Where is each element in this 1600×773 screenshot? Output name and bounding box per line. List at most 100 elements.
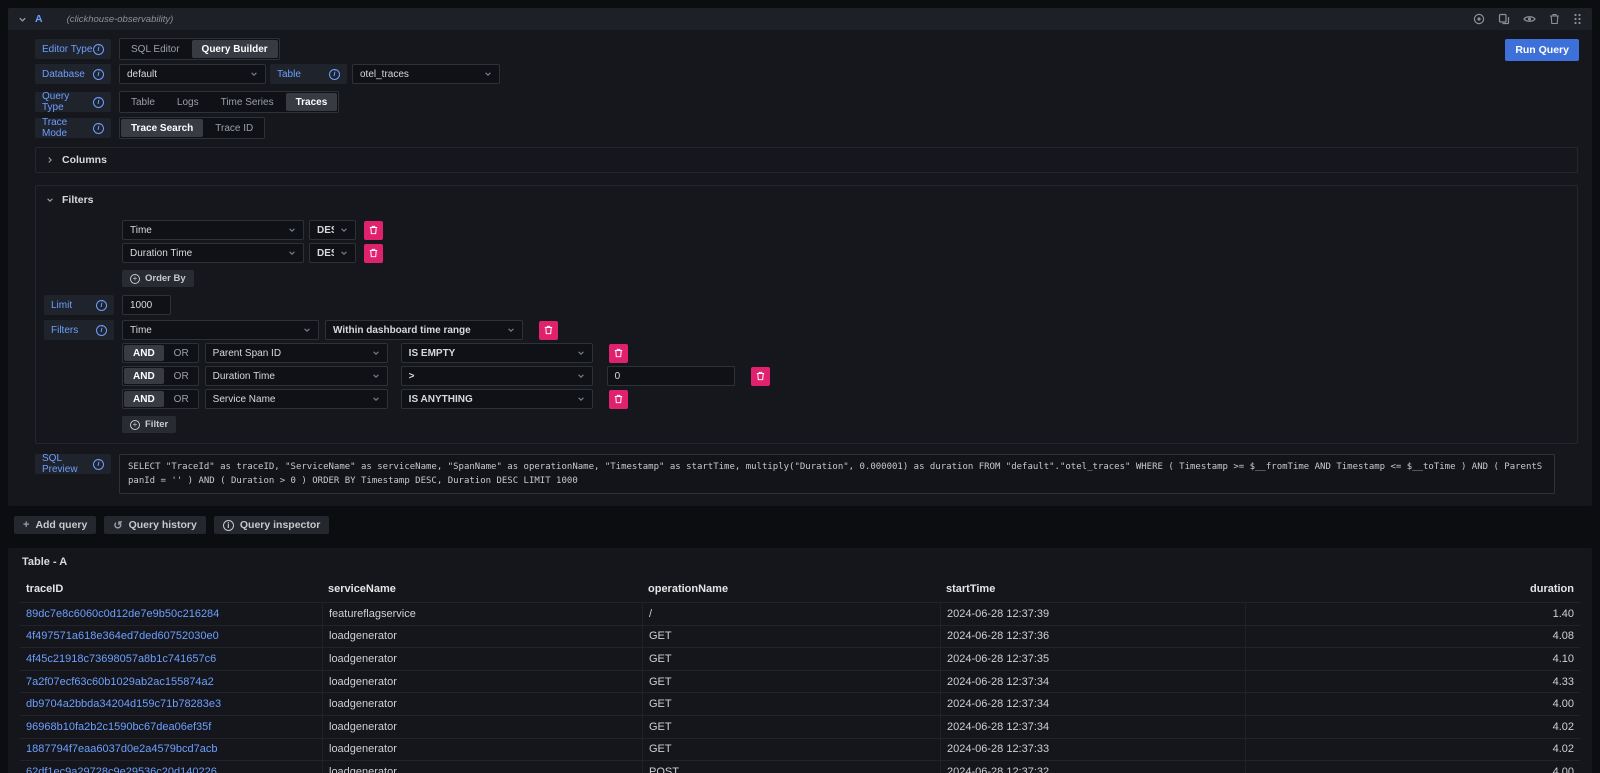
tab-traces[interactable]: Traces	[286, 93, 338, 111]
drag-handle-icon[interactable]	[1573, 13, 1582, 25]
filter-field-select[interactable]: Parent Span ID	[205, 343, 388, 363]
chevron-down-icon	[288, 249, 296, 257]
remove-time-filter-trash-icon[interactable]	[539, 321, 558, 340]
chevron-down-icon	[577, 395, 585, 403]
remove-filter-trash-icon[interactable]	[609, 344, 628, 363]
duration-cell: 4.00	[1245, 761, 1580, 773]
query-inspector-button[interactable]: Query inspector	[214, 516, 330, 534]
chevron-right-icon	[46, 156, 54, 164]
time-filter-operator-select[interactable]: Within dashboard time range	[325, 320, 523, 340]
filter-operator-select[interactable]: IS EMPTY	[401, 343, 593, 363]
chevron-down-icon	[340, 249, 348, 257]
chevron-down-icon	[46, 196, 54, 204]
info-icon[interactable]	[93, 459, 104, 470]
trace-id-link[interactable]: 7a2f07ecf63c60b1029ab2ac155874a2	[26, 676, 214, 688]
filter-operator-select[interactable]: IS ANYTHING	[401, 389, 593, 409]
tab-logs[interactable]: Logs	[166, 92, 210, 112]
table-select[interactable]: otel_traces	[352, 64, 500, 84]
trace-id-link[interactable]: 96968b10fa2b2c1590bc67dea06ef35f	[26, 721, 211, 733]
and-option[interactable]: AND	[124, 345, 164, 361]
tab-trace-search[interactable]: Trace Search	[121, 119, 203, 137]
trace-id-link[interactable]: 89dc7e8c6060c0d12de7e9b50c216284	[26, 608, 219, 620]
or-option[interactable]: OR	[165, 367, 198, 385]
duplicate-query-icon[interactable]	[1498, 13, 1510, 25]
info-icon[interactable]	[96, 325, 107, 336]
order-by-field-select[interactable]: Time	[122, 220, 304, 240]
start-time-cell: 2024-06-28 12:37:33	[940, 739, 1245, 761]
info-icon[interactable]	[96, 300, 107, 311]
operation-name-cell: GET	[642, 671, 940, 693]
tab-table[interactable]: Table	[120, 92, 166, 112]
service-name-cell: loadgenerator	[322, 648, 642, 670]
time-filter-row: Filters Time Within dashboard time range	[44, 320, 1569, 340]
and-or-toggle: AND OR	[122, 366, 199, 386]
tab-trace-id[interactable]: Trace ID	[204, 118, 264, 138]
info-icon[interactable]	[329, 69, 340, 80]
limit-input[interactable]	[122, 295, 171, 315]
column-header-operationname[interactable]: operationName	[642, 583, 940, 595]
help-icon[interactable]	[1473, 13, 1485, 25]
tab-sql-editor[interactable]: SQL Editor	[120, 39, 191, 59]
chevron-down-icon	[372, 372, 380, 380]
query-editor-body: Editor Type SQL Editor Query Builder Dat…	[8, 30, 1592, 506]
and-option[interactable]: AND	[124, 368, 164, 384]
chevron-down-icon	[577, 372, 585, 380]
remove-filter-trash-icon[interactable]	[751, 367, 770, 386]
info-icon[interactable]	[93, 44, 104, 55]
order-by-direction-select[interactable]: DESC	[309, 220, 356, 240]
filter-field-select[interactable]: Duration Time	[205, 366, 388, 386]
tab-query-builder[interactable]: Query Builder	[192, 40, 278, 58]
add-filter-button[interactable]: Filter	[122, 416, 176, 433]
remove-order-by-trash-icon[interactable]	[364, 221, 383, 240]
hide-query-eye-icon[interactable]	[1523, 13, 1536, 25]
time-filter-field-select[interactable]: Time	[122, 320, 319, 340]
add-query-button[interactable]: + Add query	[14, 516, 96, 534]
or-option[interactable]: OR	[165, 344, 198, 362]
info-icon[interactable]	[93, 97, 104, 108]
operation-name-cell: GET	[642, 716, 940, 738]
limit-label: Limit	[44, 295, 114, 315]
collapse-chevron-icon[interactable]	[18, 15, 27, 24]
remove-filter-trash-icon[interactable]	[609, 390, 628, 409]
filters-section-header[interactable]: Filters	[44, 186, 1569, 214]
trace-id-link[interactable]: 62df1ec9a29728c9e29536c20d140226	[26, 766, 217, 773]
table-row: 1887794f7eaa6037d0e2a4579bcd7acb loadgen…	[20, 738, 1580, 761]
column-header-starttime[interactable]: startTime	[940, 583, 1245, 595]
query-history-button[interactable]: ↺ Query history	[104, 516, 206, 534]
filter-value-input[interactable]	[607, 366, 735, 386]
database-select[interactable]: default	[119, 64, 266, 84]
filter-field-select[interactable]: Service Name	[205, 389, 388, 409]
trace-id-link[interactable]: 1887794f7eaa6037d0e2a4579bcd7acb	[26, 743, 217, 755]
trace-id-link[interactable]: db9704a2bbda34204d159c71b78283e3	[26, 698, 221, 710]
column-header-traceid[interactable]: traceID	[20, 583, 322, 595]
column-header-servicename[interactable]: serviceName	[322, 583, 642, 595]
remove-order-by-trash-icon[interactable]	[364, 244, 383, 263]
order-by-field-select[interactable]: Duration Time	[122, 243, 304, 263]
order-by-rows: Time DESC	[44, 220, 1569, 263]
filter-operator-select[interactable]: >	[401, 366, 593, 386]
remove-query-trash-icon[interactable]	[1549, 13, 1560, 25]
and-option[interactable]: AND	[124, 391, 164, 407]
query-editor-panel: A (clickhouse-observability) Run Query E	[8, 8, 1592, 506]
run-query-button[interactable]: Run Query	[1505, 39, 1579, 61]
trace-id-link[interactable]: 4f497571a618e364ed7ded60752030e0	[26, 630, 219, 642]
chevron-down-icon	[303, 326, 311, 334]
editor-type-label: Editor Type	[35, 39, 111, 59]
columns-section-header[interactable]: Columns	[44, 148, 1569, 172]
query-type-label: Query Type	[35, 92, 111, 112]
table-row: 96968b10fa2b2c1590bc67dea06ef35f loadgen…	[20, 715, 1580, 738]
order-by-direction-select[interactable]: DESC	[309, 243, 356, 263]
column-header-duration[interactable]: duration	[1245, 583, 1580, 595]
query-row-header[interactable]: A (clickhouse-observability)	[8, 8, 1592, 30]
trace-id-link[interactable]: 4f45c21918c73698057a8b1c741657c6	[26, 653, 216, 665]
table-row: 62df1ec9a29728c9e29536c20d140226 loadgen…	[20, 760, 1580, 773]
and-or-toggle: AND OR	[122, 389, 199, 409]
add-order-by-button[interactable]: Order By	[122, 270, 194, 287]
operation-name-cell: GET	[642, 739, 940, 761]
table-row: 7a2f07ecf63c60b1029ab2ac155874a2 loadgen…	[20, 670, 1580, 693]
info-icon[interactable]	[93, 69, 104, 80]
chevron-down-icon	[250, 70, 258, 78]
info-icon[interactable]	[93, 123, 104, 134]
or-option[interactable]: OR	[165, 390, 198, 408]
tab-time-series[interactable]: Time Series	[210, 92, 285, 112]
